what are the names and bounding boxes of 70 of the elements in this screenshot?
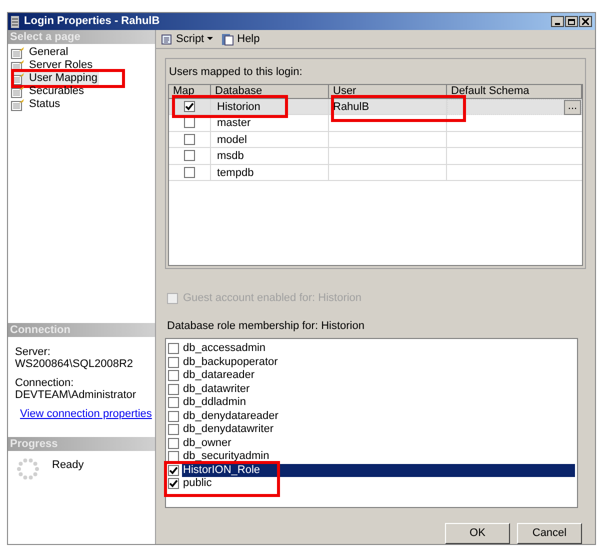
- role-item[interactable]: db_owner: [168, 436, 575, 450]
- table-row[interactable]: msdb: [169, 148, 582, 164]
- page-list-item[interactable]: User Mapping: [11, 72, 100, 85]
- table-row[interactable]: tempdb: [169, 164, 582, 181]
- page-list-item[interactable]: Server Roles: [11, 59, 95, 72]
- role-item[interactable]: db_denydatareader: [168, 410, 575, 423]
- checkbox[interactable]: [168, 410, 179, 422]
- table-row[interactable]: Historion RahulB ...: [169, 98, 582, 115]
- book-icon: [221, 32, 234, 46]
- role-item[interactable]: db_backupoperator: [168, 356, 575, 369]
- section-header: Select a page: [8, 30, 155, 44]
- table-cell: model: [211, 132, 329, 148]
- checkbox[interactable]: [168, 424, 179, 436]
- browse-button[interactable]: ...: [564, 100, 581, 114]
- checkbox[interactable]: [168, 370, 179, 382]
- role-item[interactable]: db_ddladmin: [168, 396, 575, 410]
- role-item[interactable]: db_securityadmin: [168, 450, 575, 464]
- close-button[interactable]: [579, 16, 592, 27]
- page-icon: [11, 46, 25, 58]
- page-list-item[interactable]: Securables: [11, 85, 86, 98]
- checkbox[interactable]: [168, 343, 179, 354]
- users-mapped-label: Users mapped to this login:: [168, 65, 304, 80]
- table-cell: master: [211, 115, 329, 132]
- section-header: Progress: [8, 437, 155, 451]
- table-row[interactable]: master: [169, 115, 582, 132]
- checkbox[interactable]: [184, 150, 195, 162]
- connection-label: Connection:: [15, 377, 75, 389]
- table-cell: Historion: [211, 98, 329, 115]
- server-label: Server:: [15, 346, 52, 358]
- checkbox[interactable]: [184, 166, 195, 178]
- help-button[interactable]: Help: [221, 30, 260, 48]
- maximize-button[interactable]: [565, 16, 578, 27]
- table-cell: RahulB: [329, 98, 447, 115]
- minimize-button[interactable]: [551, 16, 564, 27]
- role-item[interactable]: db_accessadmin: [168, 342, 575, 356]
- scroll-icon: [160, 32, 173, 46]
- checkbox[interactable]: [184, 134, 195, 145]
- role-item[interactable]: db_datareader: [168, 369, 575, 382]
- page-list-item[interactable]: Status: [11, 98, 62, 111]
- checkbox[interactable]: [168, 478, 179, 490]
- window-icon: [11, 16, 19, 28]
- page-icon: [11, 98, 25, 110]
- progress-status: Ready: [52, 458, 84, 473]
- table-cell: msdb: [211, 148, 329, 164]
- view-connection-link[interactable]: View connection properties: [20, 408, 152, 420]
- window-title: Login Properties - RahulB: [24, 14, 161, 30]
- dialog-button[interactable]: OK: [445, 523, 510, 544]
- role-item[interactable]: db_denydatawriter: [168, 423, 575, 436]
- checkbox[interactable]: [168, 384, 179, 395]
- role-item[interactable]: db_datawriter: [168, 382, 575, 396]
- checkbox[interactable]: [168, 451, 179, 462]
- page-list-item[interactable]: General: [11, 46, 70, 59]
- checkbox[interactable]: [168, 356, 179, 368]
- page-icon: [11, 86, 25, 98]
- table-cell: tempdb: [211, 164, 329, 181]
- checkbox[interactable]: [184, 117, 195, 128]
- checkbox[interactable]: [168, 438, 179, 449]
- table-row[interactable]: model: [169, 132, 582, 148]
- checkbox[interactable]: [168, 464, 179, 476]
- dialog-button[interactable]: Cancel: [517, 523, 582, 544]
- role-membership-label: Database role membership for: Historion: [166, 318, 366, 334]
- connection-value: DEVTEAM\Administrator: [15, 389, 138, 401]
- script-button[interactable]: Script: [160, 30, 214, 48]
- spinner-icon: [16, 457, 40, 481]
- role-item[interactable]: public: [168, 477, 575, 490]
- checkbox[interactable]: [184, 100, 195, 112]
- dropdown-caret-icon: [207, 37, 214, 41]
- section-header: Connection: [8, 323, 155, 337]
- server-value: WS200864\SQL2008R2: [15, 358, 134, 370]
- checkbox[interactable]: [168, 397, 179, 408]
